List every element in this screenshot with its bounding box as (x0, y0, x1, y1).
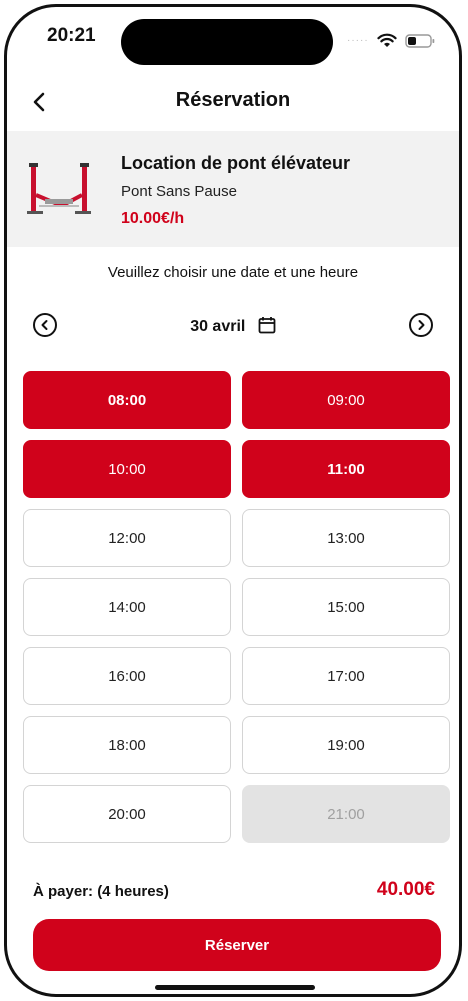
product-card: Location de pont élévateur Pont Sans Pau… (7, 131, 459, 247)
time-slot-2000[interactable]: 20:00 (23, 785, 231, 843)
reserve-button[interactable]: Réserver (33, 919, 441, 971)
time-slot-0800[interactable]: 08:00 (23, 371, 231, 429)
status-icons: ····· (347, 33, 435, 48)
time-slot-1400[interactable]: 14:00 (23, 578, 231, 636)
signal-indicator: ····· (347, 35, 369, 46)
status-time: 20:21 (47, 25, 96, 46)
time-slot-2100: 21:00 (242, 785, 450, 843)
phone-frame: 20:21 ····· Réservation Location de pont… (4, 4, 462, 997)
total-label: À payer: (4 heures) (33, 883, 169, 900)
chevron-right-circle-icon[interactable] (409, 313, 433, 337)
time-slot-1800[interactable]: 18:00 (23, 716, 231, 774)
wifi-icon (377, 33, 397, 48)
lift-image (25, 155, 97, 219)
battery-icon (404, 33, 435, 48)
time-slot-1300[interactable]: 13:00 (242, 509, 450, 567)
dynamic-island (121, 19, 333, 65)
time-slot-1200[interactable]: 12:00 (23, 509, 231, 567)
date-prompt: Veuillez choisir une date et une heure (107, 264, 359, 281)
time-slot-1700[interactable]: 17:00 (242, 647, 450, 705)
date-selector: 30 avril (33, 313, 433, 343)
product-subtitle: Pont Sans Pause (121, 183, 237, 200)
time-slot-1600[interactable]: 16:00 (23, 647, 231, 705)
total-amount: 40.00€ (376, 879, 435, 900)
date-label: 30 avril (190, 318, 246, 335)
time-slot-1500[interactable]: 15:00 (242, 578, 450, 636)
page-title: Réservation (175, 89, 291, 111)
time-slot-1100[interactable]: 11:00 (242, 440, 450, 498)
time-slot-1000[interactable]: 10:00 (23, 440, 231, 498)
date-display[interactable]: 30 avril (33, 316, 433, 339)
calendar-icon[interactable] (258, 316, 276, 339)
product-name: Location de pont élévateur (121, 153, 351, 173)
home-indicator (155, 985, 315, 990)
time-slot-0900[interactable]: 09:00 (242, 371, 450, 429)
product-price: 10.00€/h (121, 210, 185, 227)
time-slot-1900[interactable]: 19:00 (242, 716, 450, 774)
